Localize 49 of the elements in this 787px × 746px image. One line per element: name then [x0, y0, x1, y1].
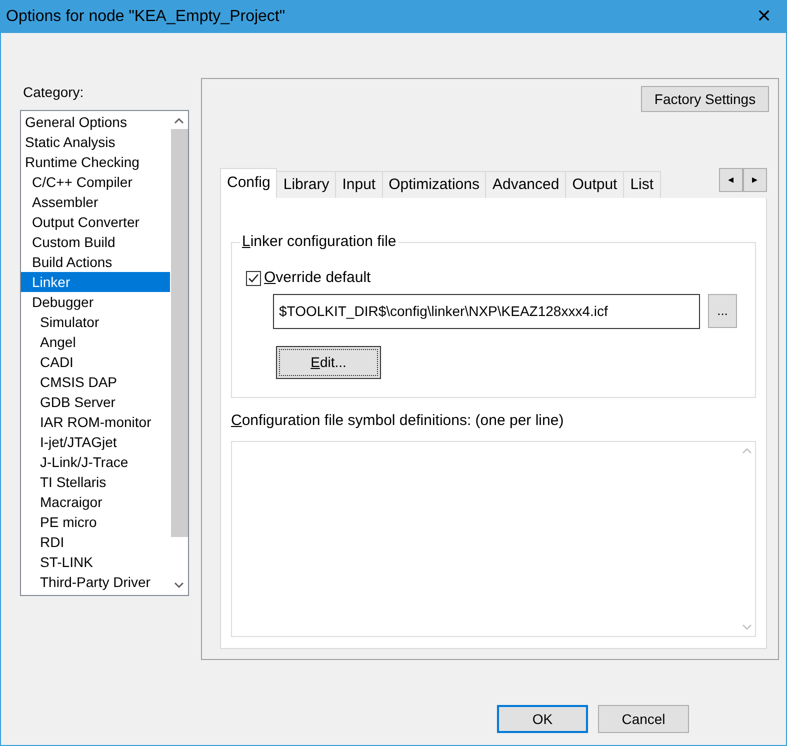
group-title: Linker configuration file — [240, 233, 398, 251]
category-item[interactable]: RDI — [21, 532, 170, 552]
category-label: Category: — [23, 83, 85, 100]
category-item[interactable]: Build Actions — [21, 252, 170, 272]
category-item[interactable]: Output Converter — [21, 212, 170, 232]
category-item[interactable]: Linker — [21, 272, 170, 292]
category-item[interactable]: TI Stellaris — [21, 472, 170, 492]
category-item[interactable]: CADI — [21, 352, 170, 372]
symbols-label: Configuration file symbol definitions: (one per line) — [231, 411, 565, 431]
category-item[interactable]: Static Analysis — [21, 132, 170, 152]
checkmark-icon — [248, 272, 259, 284]
category-item[interactable]: Angel — [21, 332, 170, 352]
category-item[interactable]: CMSIS DAP — [21, 372, 170, 392]
close-button[interactable]: ✕ — [742, 0, 786, 33]
category-item[interactable]: J-Link/J-Trace — [21, 452, 170, 472]
checkbox-label[interactable]: Override default — [264, 267, 371, 290]
file-path-field[interactable]: $TOOLKIT_DIR$\config\linker\NXP\KEAZ128xxx4.icf — [273, 294, 700, 328]
scrollbar-thumb[interactable] — [170, 129, 188, 537]
tab[interactable]: Advanced — [486, 171, 566, 198]
category-item[interactable]: PE micro — [21, 512, 170, 532]
category-item[interactable]: GDB Server — [21, 392, 170, 412]
category-item[interactable]: Third-Party Driver — [21, 572, 170, 592]
category-item[interactable]: Simulator — [21, 312, 170, 332]
tab[interactable]: Output — [566, 171, 624, 198]
checkbox[interactable] — [246, 270, 261, 286]
tab[interactable]: Optimizations — [382, 171, 486, 198]
factory-settings-button[interactable]: Factory Settings — [641, 86, 769, 112]
category-item[interactable]: Assembler — [21, 192, 170, 212]
category-item[interactable]: ST-LINK — [21, 552, 170, 572]
tab-scroll-button[interactable]: ▸ — [743, 168, 767, 192]
category-item[interactable]: Macraigor — [21, 492, 170, 512]
dialog-button[interactable]: Cancel — [598, 705, 689, 733]
category-item[interactable]: Custom Build — [21, 232, 170, 252]
category-item[interactable]: C/C++ Compiler — [21, 172, 170, 192]
tab[interactable]: Config — [220, 168, 278, 198]
category-item[interactable]: IAR ROM-monitor — [21, 412, 170, 432]
category-item[interactable]: Debugger — [21, 292, 170, 312]
tab[interactable]: Input — [336, 171, 383, 198]
category-item[interactable]: I-jet/JTAGjet — [21, 432, 170, 452]
tab-scroll-button[interactable]: ◂ — [719, 168, 743, 192]
tab[interactable]: Library — [277, 171, 336, 198]
edit-button[interactable]: Edit... — [276, 346, 381, 378]
category-item[interactable]: Runtime Checking — [21, 152, 170, 172]
dialog-button[interactable]: OK — [497, 705, 588, 733]
tab[interactable]: List — [624, 171, 661, 198]
browse-button[interactable]: ... — [708, 294, 737, 328]
category-item[interactable]: General Options — [21, 112, 170, 132]
window-title: Options for node "KEA_Empty_Project" — [5, 6, 286, 26]
category-list[interactable] — [20, 110, 189, 596]
